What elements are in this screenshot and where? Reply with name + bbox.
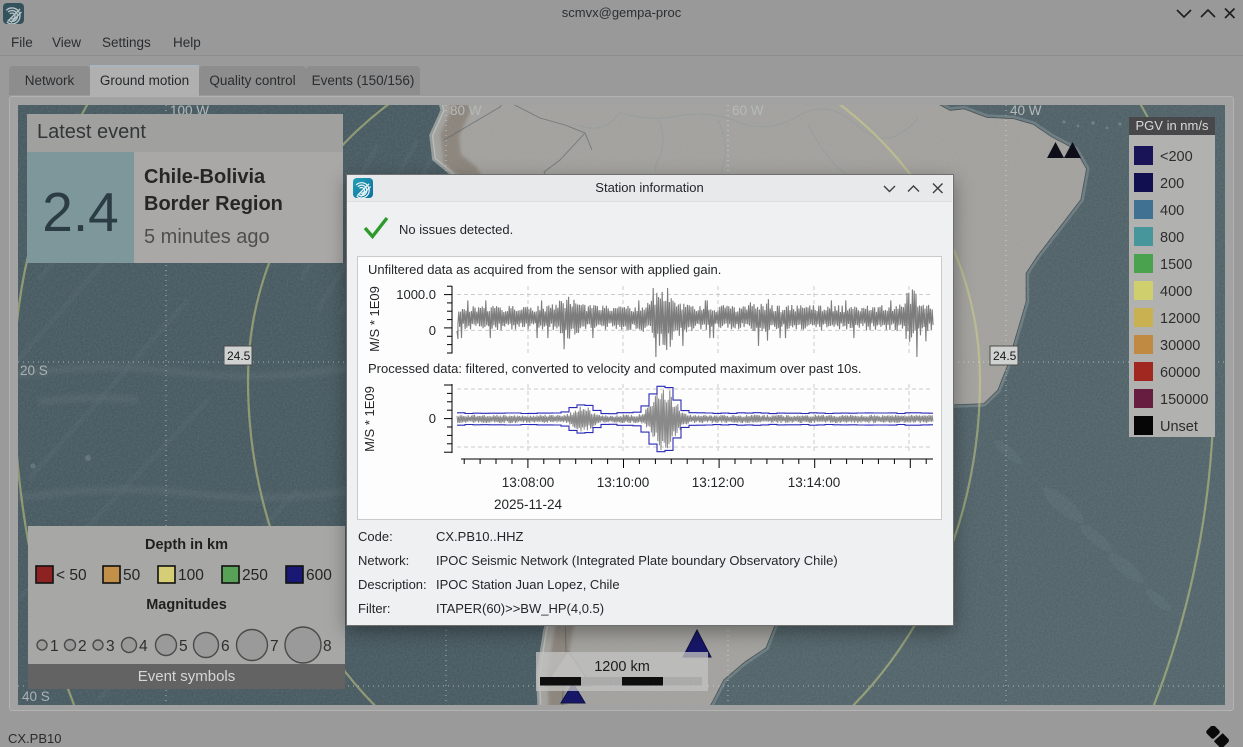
svg-text:600: 600 — [306, 567, 332, 584]
svg-text:5: 5 — [179, 638, 188, 655]
svg-text:12000: 12000 — [1160, 311, 1200, 327]
svg-text:1000.0: 1000.0 — [396, 287, 436, 302]
svg-text:200: 200 — [1160, 176, 1184, 192]
svg-text:1500: 1500 — [1160, 257, 1192, 273]
svg-text:250: 250 — [242, 567, 268, 584]
svg-text:3: 3 — [106, 638, 115, 655]
svg-text:Unset: Unset — [1160, 419, 1198, 435]
svg-text:8: 8 — [323, 638, 332, 655]
svg-text:13:14:00: 13:14:00 — [788, 475, 841, 490]
svg-text:20 S: 20 S — [20, 363, 48, 378]
svg-text:80 W: 80 W — [450, 105, 482, 118]
svg-text:2025-11-24: 2025-11-24 — [494, 497, 563, 512]
svg-text:24.5: 24.5 — [993, 349, 1017, 363]
svg-text:< 50: < 50 — [56, 567, 87, 584]
svg-text:Unfiltered data as acquired fr: Unfiltered data as acquired from the sen… — [368, 262, 721, 277]
svg-text:1200 km: 1200 km — [594, 659, 650, 675]
svg-text:13:12:00: 13:12:00 — [692, 475, 745, 490]
svg-text:2: 2 — [78, 638, 87, 655]
svg-text:13:08:00: 13:08:00 — [502, 475, 555, 490]
svg-text:60 W: 60 W — [732, 105, 764, 118]
svg-text:13:10:00: 13:10:00 — [597, 475, 650, 490]
svg-text:M/S * 1E09: M/S * 1E09 — [367, 286, 382, 352]
svg-text:M/S * 1E09: M/S * 1E09 — [362, 386, 377, 452]
svg-text:6: 6 — [221, 638, 230, 655]
svg-text:7: 7 — [270, 638, 279, 655]
svg-text:<200: <200 — [1160, 149, 1193, 165]
svg-text:400: 400 — [1160, 203, 1184, 219]
svg-text:4: 4 — [139, 638, 148, 655]
svg-text:60000: 60000 — [1160, 365, 1200, 381]
svg-text:0: 0 — [429, 323, 436, 338]
svg-text:800: 800 — [1160, 230, 1184, 246]
svg-text:24.5: 24.5 — [227, 349, 251, 363]
svg-text:30000: 30000 — [1160, 338, 1200, 354]
svg-text:40 S: 40 S — [22, 689, 50, 704]
svg-text:0: 0 — [429, 411, 436, 426]
svg-text:Processed data: filtered, conv: Processed data: filtered, converted to v… — [368, 361, 862, 376]
svg-text:1: 1 — [50, 638, 59, 655]
svg-text:100: 100 — [178, 567, 204, 584]
svg-text:40 W: 40 W — [1010, 105, 1042, 118]
svg-text:150000: 150000 — [1160, 392, 1208, 408]
svg-text:4000: 4000 — [1160, 284, 1192, 300]
svg-text:50: 50 — [123, 567, 141, 584]
